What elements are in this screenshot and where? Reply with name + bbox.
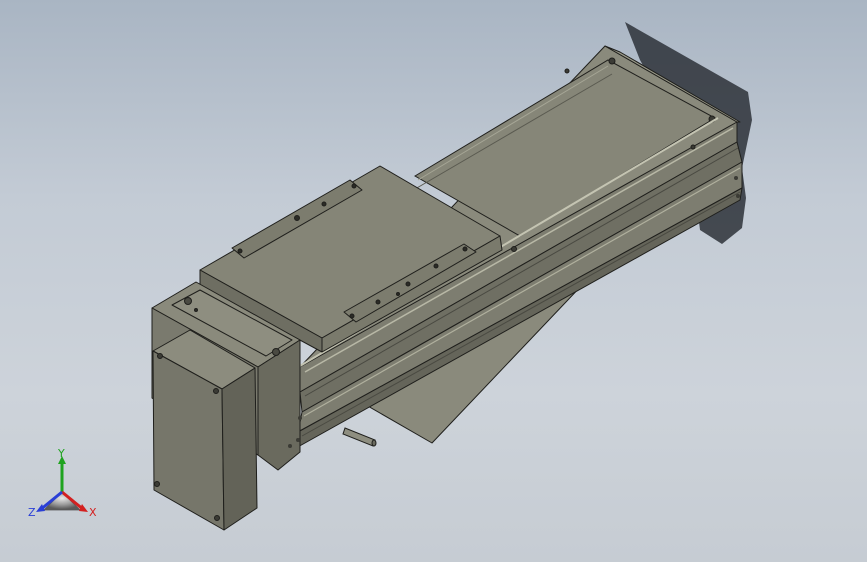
orientation-triad[interactable]: Y X Z xyxy=(22,448,112,528)
y-axis-arrow xyxy=(58,456,66,492)
actuator-3d-model[interactable] xyxy=(0,0,867,562)
y-axis-label: Y xyxy=(57,448,65,460)
x-axis-label: X xyxy=(89,506,97,519)
sensor-rod xyxy=(342,427,377,447)
motor-housing xyxy=(152,329,258,531)
cad-viewport[interactable]: Y X Z xyxy=(0,0,867,562)
z-axis-label: Z xyxy=(28,506,36,519)
